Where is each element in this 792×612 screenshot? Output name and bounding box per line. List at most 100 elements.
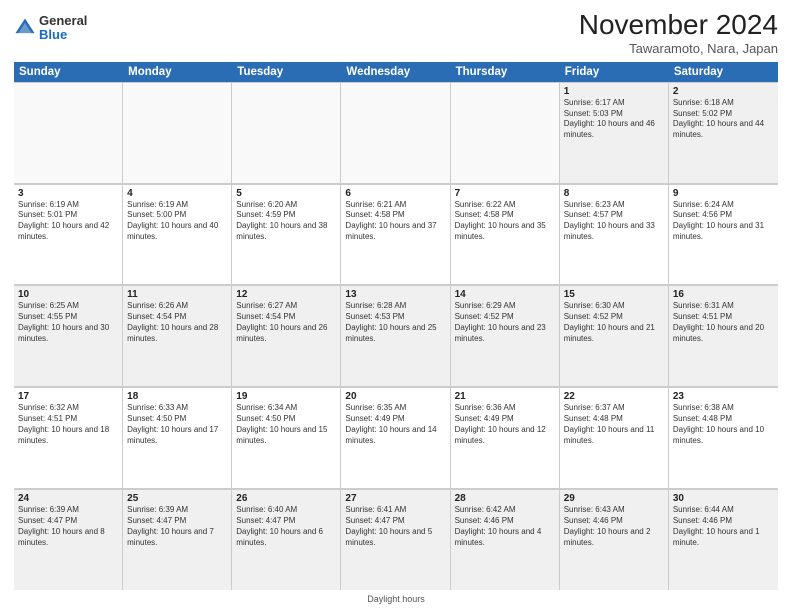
day-cell-16: 16Sunrise: 6:31 AM Sunset: 4:51 PM Dayli…	[669, 285, 778, 386]
day-number: 6	[345, 188, 445, 199]
day-number: 30	[673, 493, 774, 504]
day-cell-4: 4Sunrise: 6:19 AM Sunset: 5:00 PM Daylig…	[123, 184, 232, 285]
day-number: 28	[455, 493, 555, 504]
day-info: Sunrise: 6:21 AM Sunset: 4:58 PM Dayligh…	[345, 200, 445, 243]
header-day-friday: Friday	[560, 62, 669, 82]
day-number: 10	[18, 289, 118, 300]
day-cell-26: 26Sunrise: 6:40 AM Sunset: 4:47 PM Dayli…	[232, 489, 341, 590]
day-info: Sunrise: 6:17 AM Sunset: 5:03 PM Dayligh…	[564, 98, 664, 141]
day-number: 3	[18, 188, 118, 199]
title-block: November 2024 Tawaramoto, Nara, Japan	[579, 10, 778, 56]
empty-cell	[341, 82, 450, 183]
day-cell-6: 6Sunrise: 6:21 AM Sunset: 4:58 PM Daylig…	[341, 184, 450, 285]
day-cell-12: 12Sunrise: 6:27 AM Sunset: 4:54 PM Dayli…	[232, 285, 341, 386]
calendar-body: 1Sunrise: 6:17 AM Sunset: 5:03 PM Daylig…	[14, 82, 778, 590]
day-number: 21	[455, 391, 555, 402]
day-cell-28: 28Sunrise: 6:42 AM Sunset: 4:46 PM Dayli…	[451, 489, 560, 590]
day-info: Sunrise: 6:36 AM Sunset: 4:49 PM Dayligh…	[455, 403, 555, 446]
day-info: Sunrise: 6:33 AM Sunset: 4:50 PM Dayligh…	[127, 403, 227, 446]
day-info: Sunrise: 6:19 AM Sunset: 5:01 PM Dayligh…	[18, 200, 118, 243]
day-number: 24	[18, 493, 118, 504]
day-info: Sunrise: 6:22 AM Sunset: 4:58 PM Dayligh…	[455, 200, 555, 243]
day-info: Sunrise: 6:25 AM Sunset: 4:55 PM Dayligh…	[18, 301, 118, 344]
day-info: Sunrise: 6:31 AM Sunset: 4:51 PM Dayligh…	[673, 301, 774, 344]
day-number: 26	[236, 493, 336, 504]
day-number: 5	[236, 188, 336, 199]
empty-cell	[232, 82, 341, 183]
day-number: 4	[127, 188, 227, 199]
day-cell-13: 13Sunrise: 6:28 AM Sunset: 4:53 PM Dayli…	[341, 285, 450, 386]
header-day-thursday: Thursday	[451, 62, 560, 82]
day-cell-3: 3Sunrise: 6:19 AM Sunset: 5:01 PM Daylig…	[14, 184, 123, 285]
header: General Blue November 2024 Tawaramoto, N…	[14, 10, 778, 56]
day-cell-30: 30Sunrise: 6:44 AM Sunset: 4:46 PM Dayli…	[669, 489, 778, 590]
day-number: 12	[236, 289, 336, 300]
day-cell-20: 20Sunrise: 6:35 AM Sunset: 4:49 PM Dayli…	[341, 387, 450, 488]
day-info: Sunrise: 6:24 AM Sunset: 4:56 PM Dayligh…	[673, 200, 774, 243]
day-info: Sunrise: 6:18 AM Sunset: 5:02 PM Dayligh…	[673, 98, 774, 141]
header-day-saturday: Saturday	[669, 62, 778, 82]
logo-general: General	[39, 14, 87, 28]
day-info: Sunrise: 6:42 AM Sunset: 4:46 PM Dayligh…	[455, 505, 555, 548]
day-info: Sunrise: 6:20 AM Sunset: 4:59 PM Dayligh…	[236, 200, 336, 243]
day-cell-5: 5Sunrise: 6:20 AM Sunset: 4:59 PM Daylig…	[232, 184, 341, 285]
week-row-4: 17Sunrise: 6:32 AM Sunset: 4:51 PM Dayli…	[14, 387, 778, 489]
day-cell-22: 22Sunrise: 6:37 AM Sunset: 4:48 PM Dayli…	[560, 387, 669, 488]
day-cell-17: 17Sunrise: 6:32 AM Sunset: 4:51 PM Dayli…	[14, 387, 123, 488]
week-row-2: 3Sunrise: 6:19 AM Sunset: 5:01 PM Daylig…	[14, 184, 778, 286]
page: General Blue November 2024 Tawaramoto, N…	[0, 0, 792, 612]
month-title: November 2024	[579, 10, 778, 41]
empty-cell	[123, 82, 232, 183]
day-info: Sunrise: 6:26 AM Sunset: 4:54 PM Dayligh…	[127, 301, 227, 344]
week-row-3: 10Sunrise: 6:25 AM Sunset: 4:55 PM Dayli…	[14, 285, 778, 387]
logo-blue: Blue	[39, 28, 87, 42]
day-cell-1: 1Sunrise: 6:17 AM Sunset: 5:03 PM Daylig…	[560, 82, 669, 183]
logo-text: General Blue	[39, 14, 87, 43]
day-info: Sunrise: 6:28 AM Sunset: 4:53 PM Dayligh…	[345, 301, 445, 344]
footer-text: Daylight hours	[367, 594, 425, 604]
day-cell-23: 23Sunrise: 6:38 AM Sunset: 4:48 PM Dayli…	[669, 387, 778, 488]
day-info: Sunrise: 6:37 AM Sunset: 4:48 PM Dayligh…	[564, 403, 664, 446]
day-number: 7	[455, 188, 555, 199]
day-cell-21: 21Sunrise: 6:36 AM Sunset: 4:49 PM Dayli…	[451, 387, 560, 488]
header-day-monday: Monday	[123, 62, 232, 82]
day-number: 23	[673, 391, 774, 402]
day-cell-18: 18Sunrise: 6:33 AM Sunset: 4:50 PM Dayli…	[123, 387, 232, 488]
footer: Daylight hours	[14, 594, 778, 604]
calendar-header: SundayMondayTuesdayWednesdayThursdayFrid…	[14, 62, 778, 82]
day-number: 22	[564, 391, 664, 402]
day-number: 11	[127, 289, 227, 300]
day-number: 25	[127, 493, 227, 504]
day-number: 14	[455, 289, 555, 300]
header-day-sunday: Sunday	[14, 62, 123, 82]
day-number: 13	[345, 289, 445, 300]
day-number: 29	[564, 493, 664, 504]
day-cell-29: 29Sunrise: 6:43 AM Sunset: 4:46 PM Dayli…	[560, 489, 669, 590]
day-cell-14: 14Sunrise: 6:29 AM Sunset: 4:52 PM Dayli…	[451, 285, 560, 386]
logo: General Blue	[14, 14, 87, 43]
header-day-tuesday: Tuesday	[232, 62, 341, 82]
day-cell-9: 9Sunrise: 6:24 AM Sunset: 4:56 PM Daylig…	[669, 184, 778, 285]
day-number: 19	[236, 391, 336, 402]
day-info: Sunrise: 6:40 AM Sunset: 4:47 PM Dayligh…	[236, 505, 336, 548]
day-info: Sunrise: 6:32 AM Sunset: 4:51 PM Dayligh…	[18, 403, 118, 446]
day-number: 8	[564, 188, 664, 199]
day-info: Sunrise: 6:41 AM Sunset: 4:47 PM Dayligh…	[345, 505, 445, 548]
day-info: Sunrise: 6:35 AM Sunset: 4:49 PM Dayligh…	[345, 403, 445, 446]
day-cell-19: 19Sunrise: 6:34 AM Sunset: 4:50 PM Dayli…	[232, 387, 341, 488]
day-number: 18	[127, 391, 227, 402]
day-info: Sunrise: 6:27 AM Sunset: 4:54 PM Dayligh…	[236, 301, 336, 344]
empty-cell	[451, 82, 560, 183]
day-number: 2	[673, 86, 774, 97]
week-row-5: 24Sunrise: 6:39 AM Sunset: 4:47 PM Dayli…	[14, 489, 778, 590]
location: Tawaramoto, Nara, Japan	[579, 41, 778, 56]
day-cell-27: 27Sunrise: 6:41 AM Sunset: 4:47 PM Dayli…	[341, 489, 450, 590]
day-cell-10: 10Sunrise: 6:25 AM Sunset: 4:55 PM Dayli…	[14, 285, 123, 386]
day-cell-8: 8Sunrise: 6:23 AM Sunset: 4:57 PM Daylig…	[560, 184, 669, 285]
day-number: 20	[345, 391, 445, 402]
day-cell-15: 15Sunrise: 6:30 AM Sunset: 4:52 PM Dayli…	[560, 285, 669, 386]
day-info: Sunrise: 6:43 AM Sunset: 4:46 PM Dayligh…	[564, 505, 664, 548]
day-info: Sunrise: 6:39 AM Sunset: 4:47 PM Dayligh…	[18, 505, 118, 548]
header-day-wednesday: Wednesday	[341, 62, 450, 82]
day-number: 17	[18, 391, 118, 402]
